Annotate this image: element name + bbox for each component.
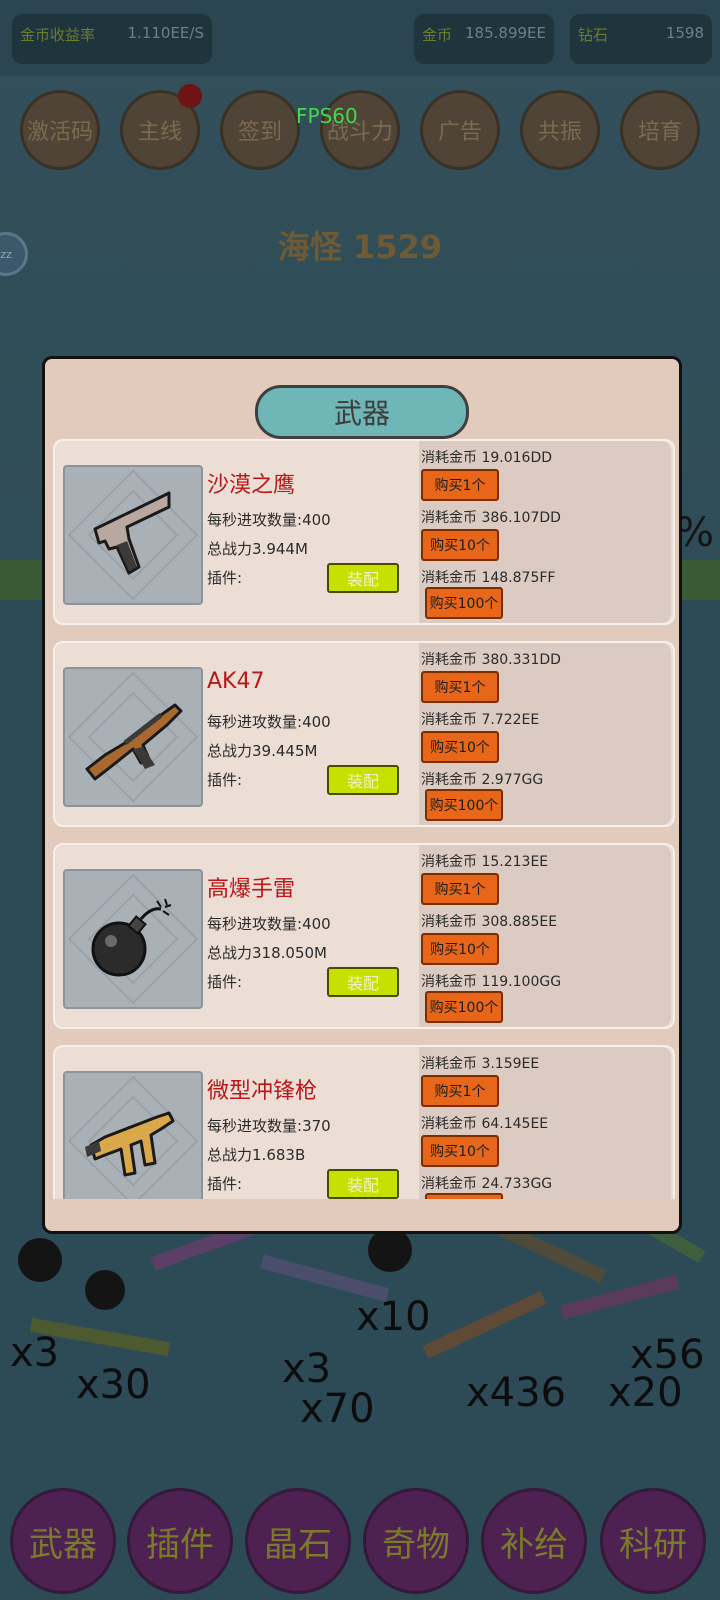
pistol-icon	[63, 465, 203, 605]
buy-1-button[interactable]: 购买1个	[421, 873, 499, 905]
buy-100-button[interactable]: 购买100个	[425, 789, 503, 821]
buy-10-button[interactable]: 购买10个	[421, 529, 499, 561]
gold-box: 金币 185.899EE	[414, 14, 554, 64]
diamond-label: 钻石	[578, 26, 609, 44]
cost-1: 消耗金币 3.159EE	[421, 1056, 540, 1072]
weapon-name: 沙漠之鹰	[207, 473, 296, 498]
total-power: 总战力318.050M	[207, 944, 327, 962]
buy-1-button[interactable]: 购买1个	[421, 1075, 499, 1107]
weapon-name: 微型冲锋枪	[207, 1079, 318, 1104]
gold-label: 金币	[422, 26, 453, 44]
bomb-icon	[63, 869, 203, 1009]
buy-100-button[interactable]: 购买100个	[425, 991, 503, 1023]
dialog-title: 武器	[255, 385, 469, 439]
notification-dot	[178, 84, 202, 108]
combat-power-button[interactable]: 战斗力	[320, 90, 400, 170]
activation-code-button[interactable]: 激活码	[20, 90, 100, 170]
weapon-list[interactable]: 沙漠之鹰 每秒进攻数量:400 总战力3.944M 插件: 装配 消耗金币 19…	[49, 439, 677, 1199]
nav-supplies-button[interactable]: 补给	[481, 1488, 587, 1594]
cultivate-button[interactable]: 培育	[620, 90, 700, 170]
income-rate-box: 金币收益率 1.110EE/S	[12, 14, 212, 64]
total-power: 总战力3.944M	[207, 540, 308, 558]
buy-panel: 消耗金币 19.016DD 购买1个 消耗金币 386.107DD 购买10个 …	[419, 441, 671, 623]
weapon-card-ak47: AK47 每秒进攻数量:400 总战力39.445M 插件: 装配 消耗金币 3…	[53, 641, 675, 827]
equip-button[interactable]: 装配	[327, 967, 399, 997]
buy-panel: 消耗金币 15.213EE 购买1个 消耗金币 308.885EE 购买10个 …	[419, 845, 671, 1027]
buy-10-button[interactable]: 购买10个	[421, 1135, 499, 1167]
equip-button[interactable]: 装配	[327, 1169, 399, 1199]
buy-panel: 消耗金币 3.159EE 购买1个 消耗金币 64.145EE 购买10个 消耗…	[419, 1047, 671, 1199]
fps-counter: FPS60	[296, 104, 358, 128]
nav-oddities-button[interactable]: 奇物	[363, 1488, 469, 1594]
weapon-card-smg: 微型冲锋枪 每秒进攻数量:370 总战力1.683B 插件: 装配 消耗金币 3…	[53, 1045, 675, 1199]
income-rate-value: 1.110EE/S	[127, 24, 204, 42]
cost-1: 消耗金币 19.016DD	[421, 450, 552, 466]
attacks-per-second: 每秒进攻数量:400	[207, 915, 331, 933]
income-rate-label: 金币收益率	[20, 26, 96, 44]
nav-research-button[interactable]: 科研	[600, 1488, 706, 1594]
buy-1-button[interactable]: 购买1个	[421, 671, 499, 703]
resonance-button[interactable]: 共振	[520, 90, 600, 170]
boss-title: 海怪 1529	[277, 228, 443, 266]
smg-icon	[63, 1071, 203, 1199]
weapons-dialog: 武器 沙漠之鹰 每秒进攻数量:400 总战力3.944M 插件: 装配 消耗金币…	[42, 356, 682, 1234]
plugin-label: 插件:	[207, 1175, 243, 1193]
equip-button[interactable]: 装配	[327, 765, 399, 795]
nav-plugins-button[interactable]: 插件	[127, 1488, 233, 1594]
cost-1: 消耗金币 380.331DD	[421, 652, 561, 668]
weapon-card-grenade: 高爆手雷 每秒进攻数量:400 总战力318.050M 插件: 装配 消耗金币 …	[53, 843, 675, 1029]
weapon-name: AK47	[207, 669, 265, 694]
total-power: 总战力1.683B	[207, 1146, 306, 1164]
total-power: 总战力39.445M	[207, 742, 318, 760]
plugin-label: 插件:	[207, 973, 243, 991]
buy-1-button[interactable]: 购买1个	[421, 469, 499, 501]
ads-button[interactable]: 广告	[420, 90, 500, 170]
cost-10: 消耗金币 64.145EE	[421, 1116, 549, 1132]
resource-bar: 金币收益率 1.110EE/S 金币 185.899EE 钻石 1598	[0, 0, 720, 76]
buy-100-button[interactable]: 购买100个	[425, 587, 503, 619]
attacks-per-second: 每秒进攻数量:400	[207, 713, 331, 731]
cost-100: 消耗金币 2.977GG	[421, 772, 544, 788]
sign-in-button[interactable]: 签到	[220, 90, 300, 170]
cost-100: 消耗金币 148.875FF	[421, 570, 556, 586]
cost-1: 消耗金币 15.213EE	[421, 854, 549, 870]
weapon-card-desert-eagle: 沙漠之鹰 每秒进攻数量:400 总战力3.944M 插件: 装配 消耗金币 19…	[53, 439, 675, 625]
cost-100: 消耗金币 119.100GG	[421, 974, 562, 990]
plugin-label: 插件:	[207, 771, 243, 789]
buy-100-button[interactable]: 购买100个	[425, 1193, 503, 1199]
plugin-label: 插件:	[207, 569, 243, 587]
cost-10: 消耗金币 386.107DD	[421, 510, 561, 526]
nav-crystals-button[interactable]: 晶石	[245, 1488, 351, 1594]
diamond-value: 1598	[665, 24, 704, 42]
diamond-box: 钻石 1598	[570, 14, 712, 64]
attacks-per-second: 每秒进攻数量:370	[207, 1117, 331, 1135]
cost-10: 消耗金币 7.722EE	[421, 712, 540, 728]
cost-100: 消耗金币 24.733GG	[421, 1176, 553, 1192]
buy-panel: 消耗金币 380.331DD 购买1个 消耗金币 7.722EE 购买10个 消…	[419, 643, 671, 825]
buy-10-button[interactable]: 购买10个	[421, 731, 499, 763]
cost-10: 消耗金币 308.885EE	[421, 914, 558, 930]
attacks-per-second: 每秒进攻数量:400	[207, 511, 331, 529]
rifle-icon	[63, 667, 203, 807]
gold-value: 185.899EE	[465, 24, 546, 42]
nav-weapons-button[interactable]: 武器	[10, 1488, 116, 1594]
equip-button[interactable]: 装配	[327, 563, 399, 593]
weapon-name: 高爆手雷	[207, 877, 296, 902]
buy-10-button[interactable]: 购买10个	[421, 933, 499, 965]
